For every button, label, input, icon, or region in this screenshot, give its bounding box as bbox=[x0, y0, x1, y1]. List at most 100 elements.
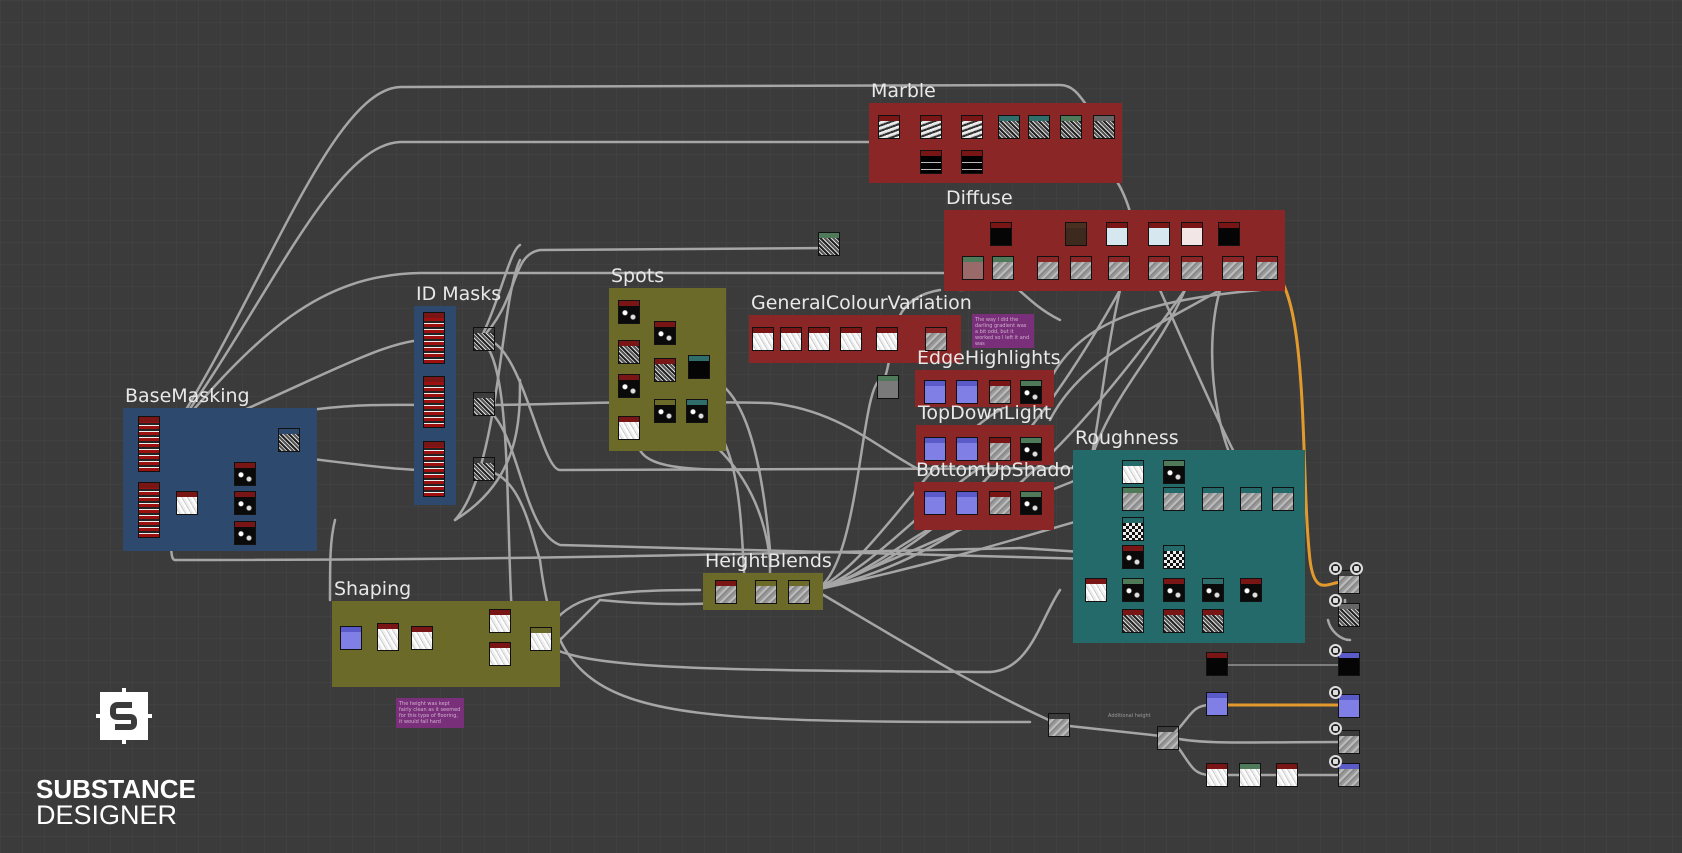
graph-node[interactable] bbox=[411, 626, 433, 650]
graph-node[interactable] bbox=[1108, 256, 1130, 280]
graph-node[interactable] bbox=[1048, 713, 1070, 737]
frame-roughness[interactable]: Roughness bbox=[1073, 427, 1305, 643]
graph-node[interactable] bbox=[1020, 491, 1042, 515]
graph-node[interactable] bbox=[654, 358, 676, 382]
graph-node[interactable] bbox=[715, 580, 737, 604]
graph-node[interactable] bbox=[1028, 115, 1050, 139]
graph-node[interactable] bbox=[473, 392, 495, 416]
graph-node[interactable] bbox=[473, 457, 495, 481]
graph-node[interactable] bbox=[1122, 460, 1144, 484]
graph-node[interactable] bbox=[1037, 256, 1059, 280]
graph-node[interactable] bbox=[1256, 256, 1278, 280]
graph-node[interactable] bbox=[998, 115, 1020, 139]
graph-node[interactable] bbox=[989, 380, 1011, 404]
graph-node[interactable] bbox=[920, 150, 942, 174]
graph-node[interactable] bbox=[1338, 652, 1360, 676]
graph-node[interactable] bbox=[1240, 578, 1262, 602]
graph-node[interactable] bbox=[340, 626, 362, 650]
frame-shaping[interactable]: Shaping bbox=[332, 578, 560, 687]
graph-node[interactable] bbox=[377, 623, 399, 651]
graph-node[interactable] bbox=[423, 441, 445, 497]
graph-node[interactable] bbox=[530, 627, 552, 651]
graph-node[interactable] bbox=[618, 300, 640, 324]
graph-node[interactable] bbox=[961, 150, 983, 174]
graph-node[interactable] bbox=[1181, 222, 1203, 246]
graph-node[interactable] bbox=[1070, 256, 1092, 280]
graph-node[interactable] bbox=[992, 256, 1014, 280]
graph-node[interactable] bbox=[1163, 487, 1185, 511]
graph-node[interactable] bbox=[176, 491, 198, 515]
graph-node[interactable] bbox=[1060, 115, 1082, 139]
graph-node[interactable] bbox=[1276, 763, 1298, 787]
graph-node[interactable] bbox=[1163, 609, 1185, 633]
graph-node[interactable] bbox=[780, 327, 802, 351]
graph-node[interactable] bbox=[956, 437, 978, 461]
graph-node[interactable] bbox=[1106, 222, 1128, 246]
graph-node[interactable] bbox=[818, 232, 840, 256]
graph-node[interactable] bbox=[138, 482, 160, 538]
graph-node[interactable] bbox=[1093, 115, 1115, 139]
graph-node[interactable] bbox=[489, 609, 511, 633]
graph-node[interactable] bbox=[1122, 578, 1144, 602]
graph-node[interactable] bbox=[1122, 517, 1144, 541]
graph-node[interactable] bbox=[1065, 222, 1087, 246]
graph-node[interactable] bbox=[278, 428, 300, 452]
comment-note[interactable]: The height was kept fairly clean as it s… bbox=[396, 698, 464, 728]
graph-node[interactable] bbox=[961, 115, 983, 139]
graph-node[interactable] bbox=[618, 416, 640, 440]
graph-node[interactable] bbox=[1122, 487, 1144, 511]
graph-node[interactable] bbox=[1338, 763, 1360, 787]
graph-node[interactable] bbox=[1240, 487, 1262, 511]
graph-node[interactable] bbox=[962, 256, 984, 280]
graph-node[interactable] bbox=[1020, 437, 1042, 461]
graph-node[interactable] bbox=[1218, 222, 1240, 246]
graph-node[interactable] bbox=[990, 222, 1012, 246]
graph-node[interactable] bbox=[489, 642, 511, 666]
graph-node[interactable] bbox=[1338, 694, 1360, 718]
graph-node[interactable] bbox=[234, 491, 256, 515]
graph-node[interactable] bbox=[1148, 256, 1170, 280]
graph-node[interactable] bbox=[1163, 578, 1185, 602]
graph-node[interactable] bbox=[1122, 609, 1144, 633]
graph-node[interactable] bbox=[473, 327, 495, 351]
graph-node[interactable] bbox=[752, 327, 774, 351]
graph-node[interactable] bbox=[1122, 545, 1144, 569]
graph-node[interactable] bbox=[876, 327, 898, 351]
graph-node[interactable] bbox=[1020, 380, 1042, 404]
graph-node[interactable] bbox=[1202, 609, 1224, 633]
graph-node[interactable] bbox=[234, 521, 256, 545]
graph-node[interactable] bbox=[654, 321, 676, 345]
graph-node[interactable] bbox=[1157, 726, 1179, 750]
graph-node[interactable] bbox=[654, 399, 676, 423]
graph-node[interactable] bbox=[1163, 545, 1185, 569]
graph-node[interactable] bbox=[989, 437, 1011, 461]
comment-note[interactable]: The way I did the darling gradient was a… bbox=[972, 314, 1034, 348]
graph-node[interactable] bbox=[1222, 256, 1244, 280]
graph-node[interactable] bbox=[1206, 763, 1228, 787]
graph-node[interactable] bbox=[1338, 603, 1360, 627]
graph-node[interactable] bbox=[877, 375, 899, 399]
graph-node[interactable] bbox=[788, 580, 810, 604]
graph-node[interactable] bbox=[840, 327, 862, 351]
graph-node[interactable] bbox=[1181, 256, 1203, 280]
graph-node[interactable] bbox=[1085, 578, 1107, 602]
graph-node[interactable] bbox=[1206, 692, 1228, 716]
graph-node[interactable] bbox=[1202, 578, 1224, 602]
graph-node[interactable] bbox=[1338, 730, 1360, 754]
graph-node[interactable] bbox=[688, 355, 710, 379]
graph-node[interactable] bbox=[1163, 460, 1185, 484]
graph-node[interactable] bbox=[924, 491, 946, 515]
graph-node[interactable] bbox=[423, 376, 445, 428]
graph-node[interactable] bbox=[956, 491, 978, 515]
graph-node[interactable] bbox=[878, 115, 900, 139]
graph-node[interactable] bbox=[924, 380, 946, 404]
graph-node[interactable] bbox=[924, 437, 946, 461]
graph-node[interactable] bbox=[1272, 487, 1294, 511]
graph-node[interactable] bbox=[423, 312, 445, 364]
graph-node[interactable] bbox=[686, 399, 708, 423]
graph-node[interactable] bbox=[808, 327, 830, 351]
graph-node[interactable] bbox=[755, 580, 777, 604]
graph-node[interactable] bbox=[920, 115, 942, 139]
graph-node[interactable] bbox=[925, 327, 947, 351]
graph-node[interactable] bbox=[1202, 487, 1224, 511]
